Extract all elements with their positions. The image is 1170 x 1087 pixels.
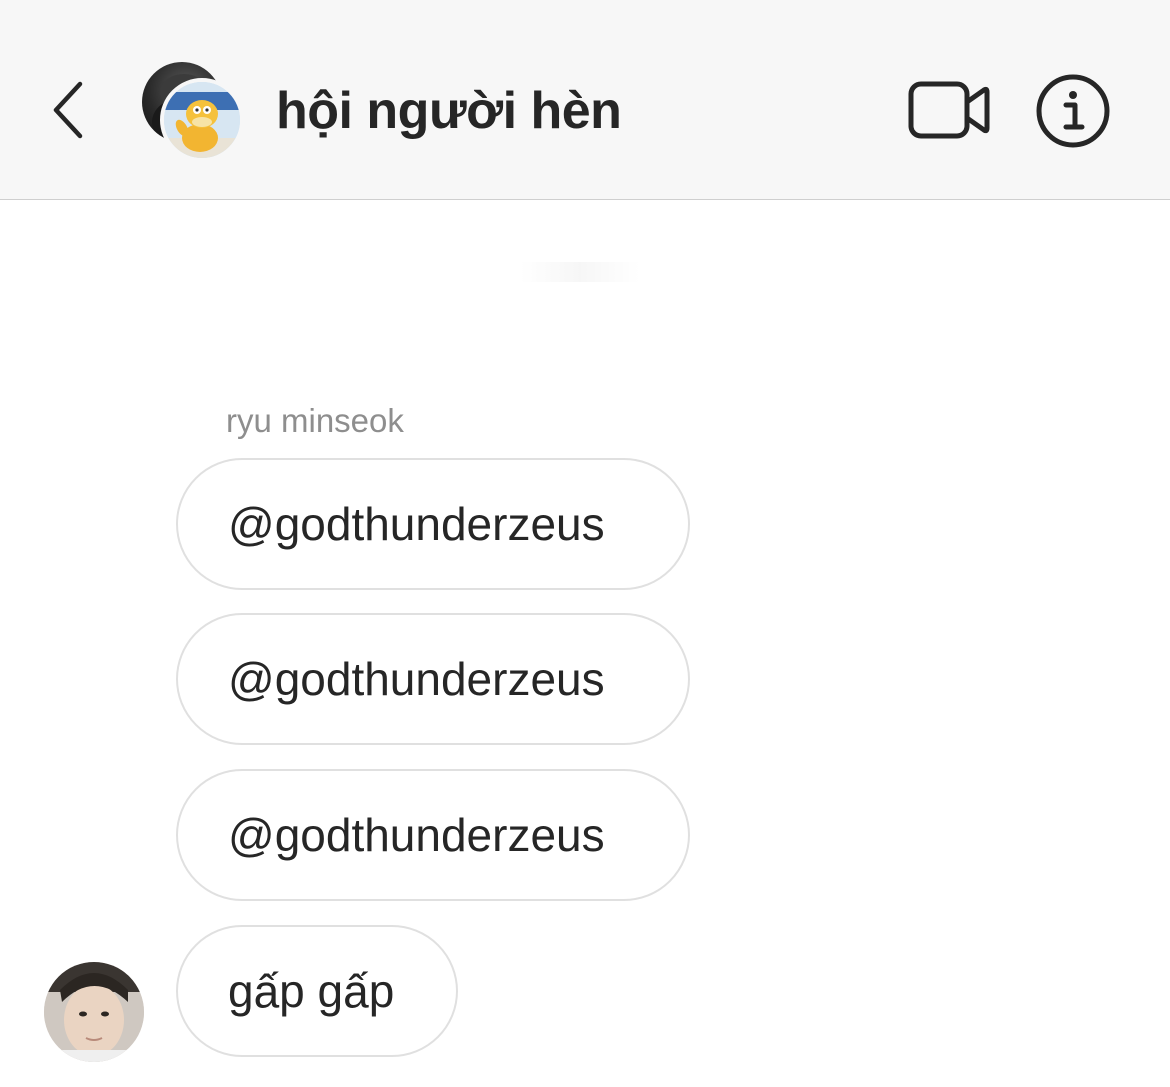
info-button[interactable] [1034,72,1112,150]
chevron-left-icon [53,81,83,139]
group-avatar[interactable] [142,62,246,162]
message-bubble[interactable]: @godthunderzeus [176,769,690,901]
video-call-button[interactable] [904,74,994,148]
message-bubble[interactable]: @godthunderzeus [176,613,690,745]
sender-avatar[interactable] [44,962,144,1062]
faint-timestamp-placeholder [520,262,640,282]
video-camera-icon [908,81,990,139]
group-title[interactable]: hội người hèn [276,78,622,144]
chat-header: hội người hèn [0,0,1170,200]
back-button[interactable] [40,70,100,150]
sender-name: ryu minseok [226,402,404,439]
info-icon [1036,74,1110,148]
message-bubble[interactable]: @godthunderzeus [176,458,690,590]
message-bubble[interactable]: gấp gấp [176,925,458,1057]
member-avatar-front [160,78,244,162]
